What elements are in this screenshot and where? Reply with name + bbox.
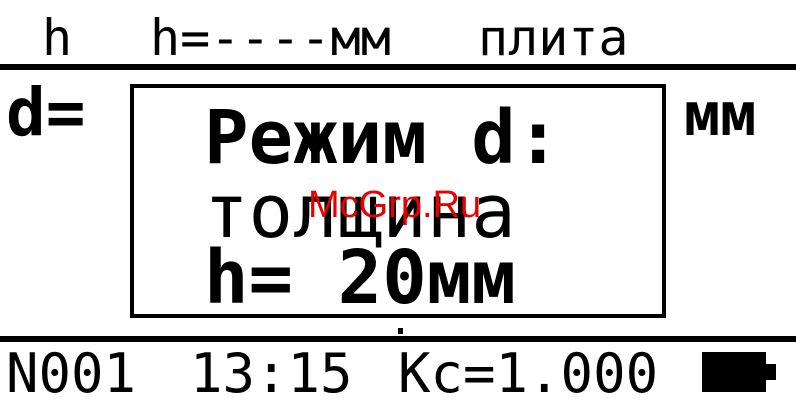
coefficient-readout: Кс=1.000 — [398, 342, 659, 405]
center-tick — [398, 328, 403, 334]
popup-height-value: h= 20мм — [204, 235, 516, 321]
mode-indicator: h — [42, 9, 73, 67]
measurement-label: d= — [6, 74, 86, 151]
device-display: h h=----мм плита d= мм Режим d: толщина … — [0, 0, 796, 409]
clock-time: 13:15 — [190, 342, 353, 405]
measurement-unit: мм — [684, 80, 757, 150]
header-divider — [0, 64, 796, 70]
watermark: McGrp.Ru — [308, 184, 482, 226]
battery-icon — [702, 352, 776, 392]
base-type: плита — [478, 9, 629, 67]
record-number: N001 — [6, 342, 137, 405]
popup-mode-title: Режим d: — [204, 95, 561, 181]
height-readout: h=----мм — [150, 9, 391, 67]
